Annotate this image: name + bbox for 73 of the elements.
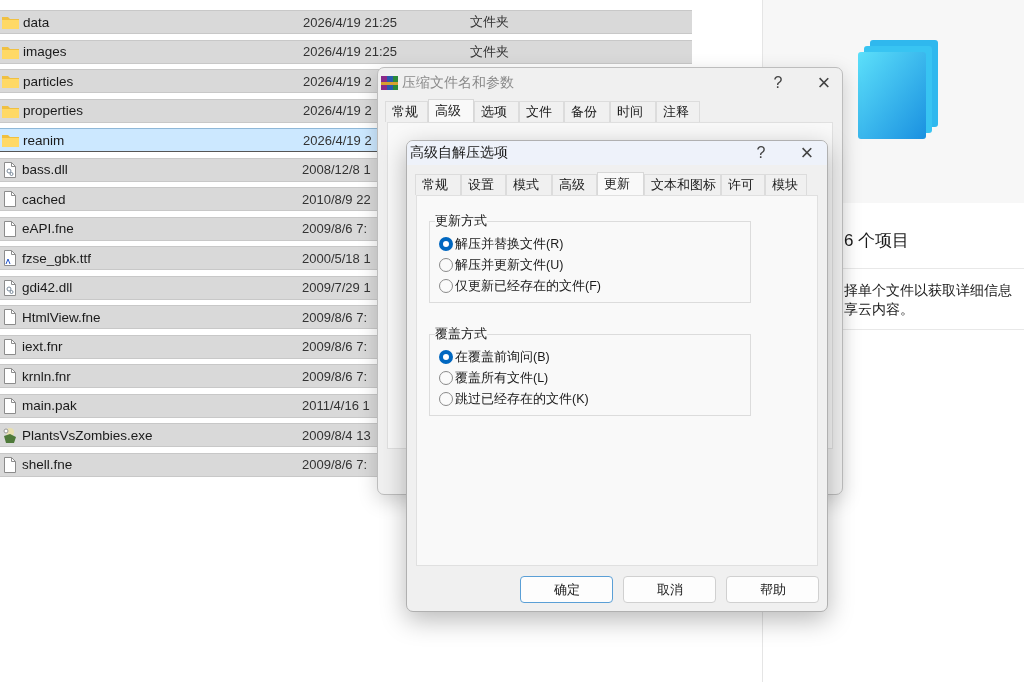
file-date: 2010/8/9 22	[302, 191, 371, 207]
gear-file-icon	[1, 160, 19, 179]
tab[interactable]: 注释	[656, 101, 700, 122]
close-button[interactable]: ×	[812, 69, 836, 96]
tab[interactable]: 常规	[415, 174, 461, 195]
file-name: fzse_gbk.ttf	[22, 250, 93, 266]
file-name: main.pak	[22, 398, 78, 413]
file-row[interactable]: images 2026/4/19 21:25 文件夹	[0, 39, 692, 64]
tab[interactable]: 更新	[597, 172, 644, 195]
tab[interactable]: 备份	[564, 101, 610, 122]
file-date: 2009/8/6 7:	[302, 221, 368, 236]
help-button[interactable]: ?	[749, 144, 773, 162]
file-icon	[1, 337, 19, 356]
file-date: 2026/4/19 2	[303, 73, 372, 89]
tab[interactable]: 模式	[506, 174, 552, 195]
file-icon	[1, 219, 19, 238]
file-name: PlantsVsZombies.exe	[22, 427, 154, 443]
file-date: 2009/8/6 7:	[302, 309, 368, 325]
file-name: data	[23, 14, 51, 30]
dialog-button[interactable]: 帮助	[726, 576, 819, 603]
file-name: shell.fne	[22, 457, 74, 472]
file-date: 2011/4/16 1	[302, 398, 370, 413]
tab[interactable]: 高级	[428, 99, 474, 122]
file-icon	[1, 396, 19, 415]
file-icon	[1, 455, 19, 474]
file-name: bass.dll	[22, 162, 69, 177]
file-name: reanim	[23, 132, 66, 148]
file-date: 2026/4/19 21:25	[303, 14, 397, 30]
file-name: images	[23, 44, 68, 59]
file-date: 2009/8/6 7:	[302, 339, 368, 354]
file-name: particles	[23, 73, 75, 89]
gear-file-icon	[1, 278, 19, 297]
tab[interactable]: 文件	[519, 101, 564, 122]
file-name: gdi42.dll	[22, 280, 74, 295]
file-name: properties	[23, 103, 85, 118]
close-button[interactable]: ×	[795, 141, 819, 166]
file-date: 2000/5/18 1	[302, 250, 371, 266]
file-date: 2009/8/4 13	[302, 427, 371, 443]
file-date: 2026/4/19 21:25	[303, 44, 397, 59]
tab[interactable]: 模块	[765, 174, 807, 195]
tab[interactable]: 高级	[552, 174, 597, 195]
tab[interactable]: 时间	[610, 101, 656, 122]
file-date: 2026/4/19 2	[303, 132, 372, 148]
file-date: 2009/8/6 7:	[302, 457, 368, 472]
file-type: 文件夹	[470, 13, 509, 31]
file-name: cached	[22, 191, 67, 207]
file-type: 文件夹	[470, 42, 509, 61]
file-name: eAPI.fne	[22, 221, 75, 236]
file-date: 2026/4/19 2	[303, 103, 372, 118]
tab[interactable]: 常规	[385, 101, 428, 122]
help-button[interactable]: ?	[766, 73, 790, 92]
stacked-files-icon	[858, 40, 938, 139]
dialog-button[interactable]: 确定	[520, 576, 613, 603]
window-title: 压缩文件名和参数	[402, 73, 515, 92]
tab[interactable]: 文本和图标	[644, 174, 721, 195]
file-date: 2008/12/8 1	[302, 162, 371, 177]
file-date: 2009/8/6 7:	[302, 368, 368, 384]
file-name: iext.fnr	[22, 339, 64, 354]
file-icon	[1, 308, 19, 326]
file-row[interactable]: data 2026/4/19 21:25 文件夹	[0, 10, 692, 34]
file-date: 2009/7/29 1	[302, 280, 371, 295]
file-name: krnln.fnr	[22, 368, 72, 384]
file-icon	[1, 190, 19, 208]
file-name: HtmlView.fne	[22, 309, 102, 325]
tab[interactable]: 设置	[461, 174, 506, 195]
dialog-button[interactable]: 取消	[623, 576, 716, 603]
group-title: 更新方式	[435, 213, 487, 230]
tab[interactable]: 许可	[721, 174, 765, 195]
tab[interactable]: 选项	[474, 101, 519, 122]
plant-icon	[1, 426, 19, 444]
books-icon	[381, 74, 398, 91]
file-icon	[1, 367, 19, 385]
font-file-icon	[1, 249, 19, 267]
